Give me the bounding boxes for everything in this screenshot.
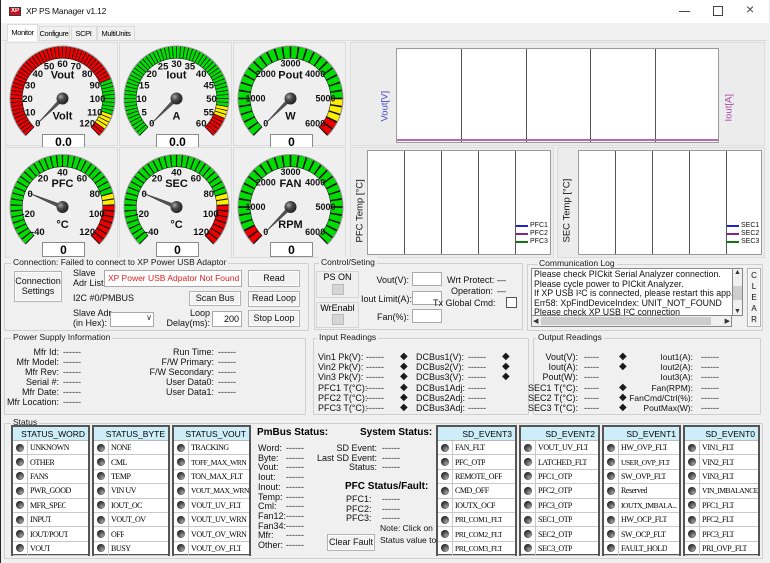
- svg-text:30: 30: [25, 81, 36, 92]
- svg-text:A: A: [173, 111, 181, 123]
- svg-text:90: 90: [90, 81, 101, 92]
- svg-text:60: 60: [77, 173, 88, 184]
- svg-text:10: 10: [25, 107, 36, 118]
- svg-text:W: W: [285, 111, 296, 123]
- svg-text:4000: 4000: [305, 178, 325, 188]
- svg-text:-20: -20: [135, 209, 149, 220]
- svg-text:60: 60: [57, 59, 68, 70]
- svg-text:6000: 6000: [305, 119, 325, 129]
- svg-text:110: 110: [87, 107, 102, 118]
- svg-text:40: 40: [196, 69, 207, 80]
- svg-text:Vout: Vout: [51, 70, 75, 82]
- svg-text:Volt: Volt: [53, 111, 73, 123]
- svg-text:°C: °C: [56, 219, 68, 231]
- svg-text:120: 120: [79, 227, 95, 238]
- svg-text:1000: 1000: [245, 202, 265, 212]
- svg-text:20: 20: [152, 173, 163, 184]
- svg-text:-40: -40: [145, 227, 159, 238]
- svg-text:50: 50: [206, 94, 217, 105]
- svg-text:0: 0: [149, 119, 154, 130]
- svg-text:4000: 4000: [305, 69, 325, 79]
- svg-text:-20: -20: [21, 209, 35, 220]
- svg-text:SEC: SEC: [165, 178, 188, 190]
- svg-text:60: 60: [191, 173, 202, 184]
- svg-text:80: 80: [90, 189, 101, 200]
- svg-text:80: 80: [204, 189, 215, 200]
- svg-text:5000: 5000: [315, 94, 335, 104]
- svg-text:PFC: PFC: [52, 178, 74, 190]
- svg-text:0: 0: [35, 119, 40, 130]
- svg-text:°C: °C: [170, 219, 182, 231]
- svg-text:45: 45: [204, 81, 215, 92]
- svg-text:3000: 3000: [280, 167, 300, 177]
- svg-text:20: 20: [22, 94, 33, 105]
- svg-text:Pout: Pout: [278, 70, 303, 82]
- svg-text:40: 40: [33, 69, 44, 80]
- svg-text:5000: 5000: [315, 202, 335, 212]
- svg-text:5: 5: [142, 107, 148, 118]
- svg-text:-40: -40: [31, 227, 45, 238]
- svg-text:100: 100: [89, 209, 105, 220]
- svg-text:1000: 1000: [245, 94, 265, 104]
- svg-text:2000: 2000: [256, 69, 276, 79]
- svg-text:RPM: RPM: [278, 219, 302, 231]
- svg-text:10: 10: [136, 94, 147, 105]
- svg-text:120: 120: [79, 119, 95, 130]
- svg-text:60: 60: [196, 119, 207, 130]
- svg-text:120: 120: [193, 227, 209, 238]
- svg-text:30: 30: [171, 59, 182, 70]
- svg-text:Iout: Iout: [166, 70, 186, 82]
- svg-text:6000: 6000: [305, 227, 325, 237]
- svg-text:55: 55: [204, 107, 215, 118]
- svg-text:3000: 3000: [280, 59, 300, 69]
- svg-text:100: 100: [90, 94, 106, 105]
- svg-text:2000: 2000: [256, 178, 276, 188]
- svg-text:100: 100: [203, 209, 219, 220]
- svg-text:15: 15: [139, 81, 150, 92]
- svg-text:40: 40: [57, 167, 68, 178]
- svg-text:20: 20: [147, 69, 158, 80]
- svg-text:40: 40: [171, 167, 182, 178]
- svg-text:20: 20: [38, 173, 49, 184]
- svg-text:80: 80: [82, 69, 93, 80]
- svg-text:FAN: FAN: [280, 178, 302, 190]
